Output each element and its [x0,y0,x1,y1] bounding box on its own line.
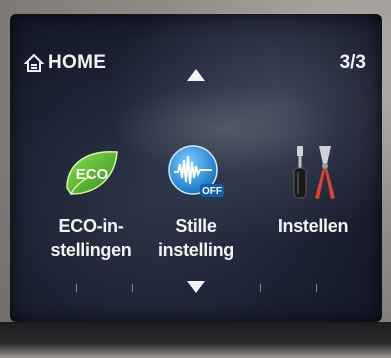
arrow-up-icon[interactable] [186,68,206,82]
device-bottom-edge [0,322,391,358]
home-icon [24,53,44,72]
tick [316,284,317,292]
eco-label-line1: ECO-in- [58,216,124,236]
menu-item-eco-settings[interactable]: ECO ECO-in- stellingen [36,142,146,282]
quiet-label-line2: instelling [157,240,234,260]
tools-icon [293,146,335,199]
quiet-icon-text: OFF [202,186,222,197]
eco-icon-text: ECO [76,166,109,183]
eco-settings-label: ECO-in- stellingen [50,214,131,262]
home-label: HOME [48,52,107,73]
menu-item-quiet-mode[interactable]: OFF Stille instelling [141,142,251,282]
lcd-screen: HOME 3/3 ECO ECO-in- stellingen OFF Stil… [10,14,382,322]
quiet-mode-label: Stille instelling [158,214,234,262]
settings-label-line1: Instellen [277,216,349,236]
quiet-mode-icon: OFF [168,145,224,197]
scroll-ticks [10,284,382,304]
menu-item-settings[interactable]: Instellen [258,142,368,282]
top-bar: HOME 3/3 [10,14,382,74]
quiet-label-line1: Stille [175,216,217,236]
tick [132,284,133,292]
home-button[interactable]: HOME [24,52,106,74]
eco-leaf-icon: ECO [66,151,118,195]
eco-label-line2: stellingen [50,240,132,260]
page-indicator: 3/3 [339,52,366,73]
tick [260,284,261,292]
tick [76,284,77,292]
settings-label: Instellen [277,214,349,238]
